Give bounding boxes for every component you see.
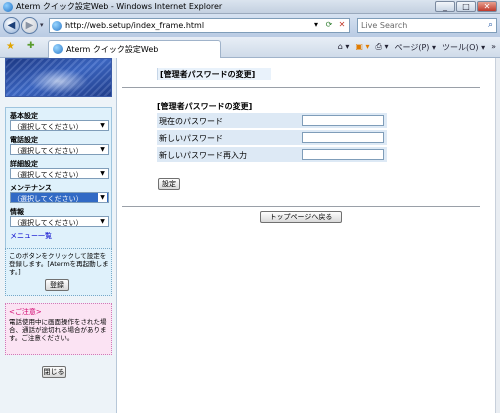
maintenance-select[interactable]: （選択してください） ▼ xyxy=(10,192,109,203)
tab-page-icon xyxy=(53,44,63,54)
back-arrow-icon: ◀ xyxy=(7,20,16,31)
ie-icon xyxy=(3,2,13,12)
tab-label: Aterm クイック設定Web xyxy=(66,45,159,54)
new-password-label: 新しいパスワード xyxy=(159,134,223,143)
basic-settings-select[interactable]: （選択してください） ▼ xyxy=(10,120,109,131)
home-icon[interactable]: ⌂ ▾ xyxy=(338,42,350,53)
add-favorite-icon[interactable]: ✚ xyxy=(27,41,35,51)
caution-title: <ご注意> xyxy=(9,308,42,316)
confirm-password-input[interactable] xyxy=(302,149,384,160)
back-to-top-button[interactable]: トップページへ戻る xyxy=(260,211,342,223)
print-icon[interactable]: ⎙ ▾ xyxy=(376,42,389,53)
address-toolbar: ◀ ▶ ▾ http://web.setup/index_frame.html … xyxy=(0,14,500,37)
section-title: [管理者パスワードの変更] xyxy=(157,102,253,111)
caution-text: 電話使用中に画面操作をされた場合、通話が途切れる場合があります。ご注意ください。 xyxy=(9,318,107,342)
page-title: [管理者パスワードの変更] xyxy=(160,70,256,79)
window-title: Aterm クイック設定Web - Windows Internet Explo… xyxy=(16,2,223,11)
window-titlebar: Aterm クイック設定Web - Windows Internet Explo… xyxy=(0,0,500,14)
current-password-input[interactable] xyxy=(302,115,384,126)
confirm-password-label: 新しいパスワード再入力 xyxy=(159,151,247,160)
form-row-confirm-password: 新しいパスワード再入力 xyxy=(157,147,387,162)
forward-button[interactable]: ▶ xyxy=(21,17,38,34)
new-password-input[interactable] xyxy=(302,132,384,143)
divider-top xyxy=(122,87,480,88)
tab-aterm[interactable]: Aterm クイック設定Web xyxy=(48,40,221,58)
register-button[interactable]: 登録 xyxy=(45,279,69,291)
menu-list-link[interactable]: メニュー一覧 xyxy=(10,231,52,241)
search-input[interactable]: Live Search ⌕ xyxy=(357,18,497,33)
tools-menu[interactable]: ツール(O) ▾ xyxy=(442,42,485,53)
chevron-down-icon: ▼ xyxy=(100,218,105,225)
search-icon[interactable]: ⌕ xyxy=(488,20,493,30)
close-window-button[interactable]: ✕ xyxy=(477,1,497,12)
stop-icon[interactable]: ✕ xyxy=(337,20,347,29)
chevron-down-icon: ▼ xyxy=(100,122,105,129)
chevron-down-icon: ▼ xyxy=(100,146,105,153)
close-button[interactable]: 閉じる xyxy=(42,366,66,378)
history-dropdown-icon[interactable]: ▾ xyxy=(40,21,44,29)
caution-box: <ご注意> 電話使用中に画面操作をされた場合、通話が途切れる場合があります。ご注… xyxy=(5,303,112,355)
phone-settings-select[interactable]: （選択してください） ▼ xyxy=(10,144,109,155)
tab-toolbar: ★ ✚ Aterm クイック設定Web ⌂ ▾ ▣ ▾ ⎙ ▾ ページ(P) ▾… xyxy=(0,37,500,58)
address-url[interactable]: http://web.setup/index_frame.html xyxy=(65,21,204,30)
command-bar: ⌂ ▾ ▣ ▾ ⎙ ▾ ページ(P) ▾ ツール(O) ▾ » xyxy=(338,42,496,53)
current-password-label: 現在のパスワード xyxy=(159,117,223,126)
page-title-bar: [管理者パスワードの変更] xyxy=(157,68,271,80)
vertical-scrollbar[interactable] xyxy=(495,58,500,413)
chevron-down-icon: ▼ xyxy=(98,193,107,202)
aterm-banner-image xyxy=(5,58,112,97)
back-button[interactable]: ◀ xyxy=(3,17,20,34)
page-icon xyxy=(52,21,62,31)
address-field[interactable]: http://web.setup/index_frame.html ▾ ⟳ ✕ xyxy=(49,18,350,33)
feeds-icon[interactable]: ▣ ▾ xyxy=(355,42,369,53)
chevron-down-icon: ▼ xyxy=(100,170,105,177)
overflow-icon[interactable]: » xyxy=(491,42,496,53)
register-info-box: このボタンをクリックして設定を登録します。[Atermを再起動します。] 登録 xyxy=(5,248,112,296)
refresh-icon[interactable]: ⟳ xyxy=(324,20,334,29)
search-placeholder: Live Search xyxy=(361,21,408,30)
info-select[interactable]: （選択してください） ▼ xyxy=(10,216,109,227)
register-info-text: このボタンをクリックして設定を登録します。[Atermを再起動します。] xyxy=(9,252,109,276)
window-controls: _ □ ✕ xyxy=(435,1,497,12)
dropdown-icon[interactable]: ▾ xyxy=(311,20,321,29)
set-button[interactable]: 設定 xyxy=(158,178,180,190)
form-row-new-password: 新しいパスワード xyxy=(157,130,387,145)
page-content: 基本設定 （選択してください） ▼ 電話設定 （選択してください） ▼ 詳細設定… xyxy=(0,58,495,413)
left-frame: 基本設定 （選択してください） ▼ 電話設定 （選択してください） ▼ 詳細設定… xyxy=(0,58,117,413)
form-row-current-password: 現在のパスワード xyxy=(157,113,387,128)
advanced-settings-select[interactable]: （選択してください） ▼ xyxy=(10,168,109,179)
divider-bottom xyxy=(122,206,480,207)
favorites-star-icon[interactable]: ★ xyxy=(6,41,15,52)
minimize-button[interactable]: _ xyxy=(435,1,455,12)
page-menu[interactable]: ページ(P) ▾ xyxy=(395,42,436,53)
maximize-button[interactable]: □ xyxy=(456,1,476,12)
forward-arrow-icon: ▶ xyxy=(25,20,34,31)
